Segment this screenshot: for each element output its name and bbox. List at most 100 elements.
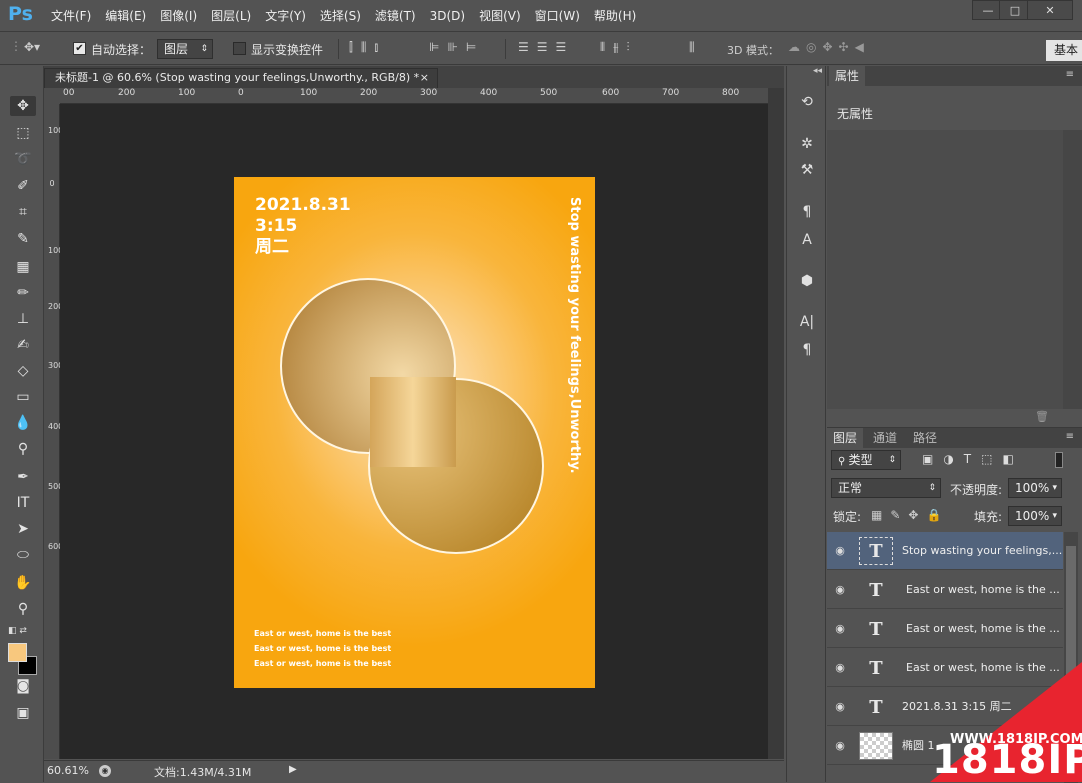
menu-help[interactable]: 帮助(H) xyxy=(587,0,643,32)
filter-toggle-switch[interactable] xyxy=(1055,452,1063,468)
menu-select[interactable]: 选择(S) xyxy=(313,0,368,32)
ruler-origin[interactable] xyxy=(44,88,60,104)
move-tool-icon[interactable]: ✥ xyxy=(10,96,36,116)
distribute-horizontal-icons[interactable]: ⫴⫵⫶ xyxy=(600,40,638,55)
status-info-icon[interactable]: ◉ xyxy=(99,765,111,777)
align-horizontal-icons[interactable]: ⊫⊪⊨ xyxy=(429,40,484,54)
menu-layer[interactable]: 图层(L) xyxy=(204,0,258,32)
shape-layer-thumbnail-icon xyxy=(859,732,893,760)
menu-view[interactable]: 视图(V) xyxy=(472,0,528,32)
eraser-tool-icon[interactable]: ◇ xyxy=(10,361,36,381)
paragraph-styles-panel-icon[interactable]: ¶ xyxy=(795,201,819,223)
text-layer-thumbnail-icon: T xyxy=(859,537,893,565)
visibility-eye-icon[interactable]: ◉ xyxy=(833,700,847,714)
layer-filter-icons[interactable]: ▣◑T⬚◧ xyxy=(922,452,1024,466)
3d-panel-icon[interactable]: ⬢ xyxy=(795,270,819,292)
auto-select-target-dropdown[interactable]: 图层 ⇕ xyxy=(157,39,213,59)
blur-tool-icon[interactable]: 💧 xyxy=(10,413,36,433)
visibility-eye-icon[interactable]: ◉ xyxy=(833,622,847,636)
brush-presets-panel-icon[interactable]: ✲ xyxy=(795,133,819,155)
menu-window[interactable]: 窗口(W) xyxy=(528,0,587,32)
menu-image[interactable]: 图像(I) xyxy=(153,0,204,32)
distribute-icons[interactable]: ☰☰☰ xyxy=(518,40,574,54)
quick-selection-tool-icon[interactable]: ✐ xyxy=(10,176,36,196)
type-tool-icon[interactable]: IT xyxy=(10,493,36,513)
visibility-eye-icon[interactable]: ◉ xyxy=(833,583,847,597)
history-panel-icon[interactable]: ⟲ xyxy=(795,91,819,113)
zoom-level[interactable]: 60.61% xyxy=(47,764,89,777)
menu-3d[interactable]: 3D(D) xyxy=(423,0,472,32)
character-panel-icon[interactable]: A| xyxy=(795,311,819,333)
layer-row[interactable]: ◉ T Stop wasting your feelings,... xyxy=(827,532,1063,570)
horizontal-ruler: 00 200 100 0 100 200 300 400 500 600 700… xyxy=(60,88,768,104)
show-transform-checkbox[interactable] xyxy=(233,42,246,55)
clone-stamp-tool-icon[interactable]: ⊥ xyxy=(10,309,36,329)
lock-icons[interactable]: ▦✎✥🔒 xyxy=(871,508,949,522)
poster-date: 2021.8.31 xyxy=(255,195,351,215)
poster-weekday: 周二 xyxy=(255,237,289,257)
status-menu-arrow-icon[interactable]: ▶ xyxy=(289,764,297,775)
history-brush-tool-icon[interactable]: ✍ xyxy=(10,335,36,355)
lasso-tool-icon[interactable]: ➰ xyxy=(10,149,36,169)
tab-paths[interactable]: 路径 xyxy=(907,428,943,448)
eyedropper-tool-icon[interactable]: ✎ xyxy=(10,229,36,249)
close-document-icon[interactable]: × xyxy=(420,69,429,87)
properties-scrollbar[interactable] xyxy=(1063,130,1082,409)
blend-mode-dropdown[interactable]: 正常 ⇕ xyxy=(831,478,941,498)
pen-tool-icon[interactable]: ✒ xyxy=(10,467,36,487)
quick-mask-icon[interactable]: ◙ xyxy=(10,676,36,696)
opacity-input[interactable]: 100% ▾ xyxy=(1008,478,1062,498)
workspace-switcher[interactable]: 基本 xyxy=(1046,40,1082,61)
zoom-tool-icon[interactable]: ⚲ xyxy=(10,599,36,619)
poster-canvas[interactable]: 2021.8.31 3:15 周二 Stop wasting your feel… xyxy=(234,177,595,688)
hand-tool-icon[interactable]: ✋ xyxy=(10,573,36,593)
close-window-button[interactable]: ✕ xyxy=(1027,0,1073,20)
ellipse-tool-icon[interactable]: ⬭ xyxy=(10,545,36,565)
default-colors-icon[interactable]: ◧ ⇄ xyxy=(8,626,27,636)
collapse-dock-icon[interactable]: ◂◂ xyxy=(813,66,822,76)
path-selection-tool-icon[interactable]: ➤ xyxy=(10,519,36,539)
3d-mode-label: 3D 模式： xyxy=(727,44,779,57)
panel-menu-icon[interactable]: ≡ xyxy=(1066,431,1074,442)
layer-filter-dropdown[interactable]: ⚲ 类型 ⇕ xyxy=(831,450,901,470)
tab-layers[interactable]: 图层 xyxy=(827,428,864,448)
align-icons[interactable]: ⫿⫼⫾ xyxy=(349,40,386,55)
foreground-color-swatch[interactable] xyxy=(8,643,27,662)
visibility-eye-icon[interactable]: ◉ xyxy=(833,544,847,558)
document-tab[interactable]: 未标题-1 @ 60.6% (Stop wasting your feeling… xyxy=(44,68,438,88)
layer-row[interactable]: ◉ T East or west, home is the ... xyxy=(827,571,1063,609)
auto-select-checkbox[interactable]: ✔ xyxy=(73,42,86,55)
ruler-tick: 300 xyxy=(420,88,438,98)
fill-input[interactable]: 100% ▾ xyxy=(1008,506,1062,526)
trash-icon[interactable]: 🗑 xyxy=(1035,410,1049,423)
visibility-eye-icon[interactable]: ◉ xyxy=(833,739,847,753)
layer-name: East or west, home is the ... xyxy=(906,622,1060,635)
menu-type[interactable]: 文字(Y) xyxy=(258,0,313,32)
tool-presets-panel-icon[interactable]: ⚒ xyxy=(795,159,819,181)
poster-bottom-line: East or west, home is the best xyxy=(254,644,392,653)
menu-filter[interactable]: 滤镜(T) xyxy=(368,0,423,32)
auto-align-icon[interactable]: ⫼ xyxy=(689,40,695,55)
healing-brush-tool-icon[interactable]: ▦ xyxy=(10,257,36,277)
crop-tool-icon[interactable]: ⌗ xyxy=(10,202,36,222)
menu-edit[interactable]: 编辑(E) xyxy=(98,0,153,32)
visibility-eye-icon[interactable]: ◉ xyxy=(833,661,847,675)
canvas-vertical-scrollbar[interactable] xyxy=(768,88,784,759)
chevron-down-icon: ▾ xyxy=(1052,483,1057,493)
toolbox: ✥ ⬚ ➰ ✐ ⌗ ✎ ▦ ✏ ⊥ ✍ ◇ ▭ 💧 ⚲ ✒ IT ➤ ⬭ ✋ ⚲… xyxy=(0,66,44,782)
properties-tab[interactable]: 属性 xyxy=(829,66,866,86)
screen-mode-icon[interactable]: ▣ xyxy=(10,703,36,723)
tab-channels[interactable]: 通道 xyxy=(867,428,903,448)
menu-file[interactable]: 文件(F) xyxy=(44,0,98,32)
move-tool-preset-icon[interactable]: ✥▾ xyxy=(24,40,40,54)
dodge-tool-icon[interactable]: ⚲ xyxy=(10,439,36,459)
gradient-tool-icon[interactable]: ▭ xyxy=(10,387,36,407)
marquee-tool-icon[interactable]: ⬚ xyxy=(10,123,36,143)
3d-mode-icons[interactable]: ☁◎✥✣◀ xyxy=(788,40,870,54)
brush-tool-icon[interactable]: ✏ xyxy=(10,283,36,303)
panel-menu-icon[interactable]: ≡ xyxy=(1066,69,1074,80)
paragraph-panel-icon[interactable]: ¶ xyxy=(795,339,819,361)
document-title: 未标题-1 @ 60.6% (Stop wasting your feeling… xyxy=(55,71,420,84)
layer-row[interactable]: ◉ T East or west, home is the ... xyxy=(827,610,1063,648)
character-styles-panel-icon[interactable]: A xyxy=(795,229,819,251)
